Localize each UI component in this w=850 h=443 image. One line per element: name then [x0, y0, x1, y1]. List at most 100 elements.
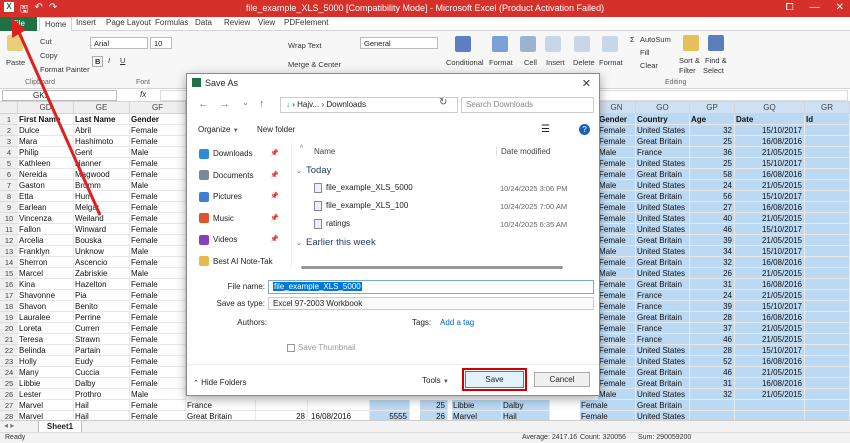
table-cell[interactable]: 26 [420, 411, 448, 420]
row-header[interactable]: 11 [0, 224, 18, 235]
table-cell[interactable]: Vincenza [18, 213, 74, 224]
table-cell[interactable] [805, 246, 850, 257]
sidebar-item-videos[interactable]: Videos [199, 233, 237, 247]
table-cell[interactable]: Female [130, 224, 186, 235]
fx-icon[interactable]: fx [140, 90, 146, 99]
table-cell[interactable]: Female [598, 224, 636, 235]
table-cell[interactable]: Female [130, 279, 186, 290]
row-header[interactable]: 25 [0, 378, 18, 389]
table-cell[interactable]: 16/08/2016 [735, 136, 805, 147]
table-cell[interactable]: 16/08/2016 [735, 279, 805, 290]
table-cell[interactable]: Great Britain [636, 378, 690, 389]
table-cell[interactable]: 16/08/2016 [735, 202, 805, 213]
table-cell[interactable]: Nereida [18, 169, 74, 180]
table-cell[interactable]: 39 [690, 235, 735, 246]
up-button[interactable]: ↑ [259, 98, 265, 110]
name-box[interactable]: GK1 [2, 90, 117, 101]
paste-icon[interactable] [7, 35, 23, 51]
table-cell[interactable]: Marvel [452, 411, 502, 420]
table-cell[interactable]: Strawn [74, 334, 130, 345]
table-cell[interactable]: United States [636, 180, 690, 191]
table-cell[interactable]: 21/05/2015 [735, 147, 805, 158]
table-cell[interactable]: 26 [690, 268, 735, 279]
table-cell[interactable]: Winward [74, 224, 130, 235]
table-cell[interactable]: Female [598, 290, 636, 301]
table-cell[interactable]: Male [130, 180, 186, 191]
table-cell[interactable]: 15/10/2017 [735, 345, 805, 356]
table-cell[interactable]: Partain [74, 345, 130, 356]
table-cell[interactable]: Id [805, 114, 850, 125]
horizontal-scrollbar[interactable] [291, 264, 591, 270]
table-cell[interactable]: Great Britain [636, 191, 690, 202]
table-cell[interactable]: Hashimoto [74, 136, 130, 147]
table-cell[interactable] [690, 400, 735, 411]
row-header[interactable]: 3 [0, 136, 18, 147]
table-cell[interactable] [805, 257, 850, 268]
search-input[interactable]: Search Downloads [461, 97, 594, 113]
table-cell[interactable]: Weiland [74, 213, 130, 224]
table-cell[interactable] [805, 389, 850, 400]
table-cell[interactable]: 36 [690, 147, 735, 158]
table-cell[interactable] [805, 400, 850, 411]
table-cell[interactable]: Gent [74, 147, 130, 158]
table-cell[interactable]: Great Britain [636, 279, 690, 290]
pin-icon[interactable]: 📌 [270, 235, 279, 243]
address-bar[interactable]: ↓ › Hajv... › Downloads [280, 97, 458, 113]
table-cell[interactable]: Female [598, 334, 636, 345]
table-cell[interactable] [805, 345, 850, 356]
file-item[interactable]: file_example_XLS_100 [314, 201, 408, 211]
table-cell[interactable]: Male [598, 389, 636, 400]
table-cell[interactable]: 34 [690, 246, 735, 257]
table-cell[interactable] [805, 202, 850, 213]
table-cell[interactable]: Female [130, 400, 186, 411]
table-cell[interactable]: Great Britain [636, 136, 690, 147]
conditional-formatting-icon[interactable] [455, 36, 471, 52]
table-cell[interactable]: Female [598, 345, 636, 356]
minimize-button[interactable]: — [810, 2, 820, 13]
table-cell[interactable]: 31 [690, 279, 735, 290]
table-cell[interactable]: Female [598, 235, 636, 246]
pin-icon[interactable]: 📌 [270, 171, 279, 179]
paste-button[interactable]: Paste [6, 58, 25, 67]
fill-button[interactable]: Fill [640, 48, 650, 57]
table-cell[interactable]: Curren [74, 323, 130, 334]
column-name-header[interactable]: Name [314, 147, 335, 156]
tools-button[interactable]: Tools ▼ [422, 376, 449, 385]
table-cell[interactable]: Female [598, 158, 636, 169]
row-header[interactable]: 26 [0, 389, 18, 400]
tab-review[interactable]: Review [224, 18, 250, 27]
sidebar-item-pictures[interactable]: Pictures [199, 190, 242, 204]
table-cell[interactable]: Libbie [452, 400, 502, 411]
table-cell[interactable]: Age [690, 114, 735, 125]
table-cell[interactable]: 24 [690, 180, 735, 191]
cancel-button[interactable]: Cancel [534, 372, 590, 387]
table-cell[interactable]: 16/08/2016 [735, 312, 805, 323]
table-cell[interactable]: 24 [690, 290, 735, 301]
table-cell[interactable]: 25 [690, 136, 735, 147]
row-header[interactable]: 1 [0, 114, 18, 125]
table-cell[interactable]: Ascencio [74, 257, 130, 268]
sort-filter-icon[interactable] [683, 35, 699, 51]
pin-icon[interactable]: 📌 [270, 149, 279, 157]
column-header-gq[interactable]: GQ [735, 102, 805, 114]
table-cell[interactable]: 28 [690, 345, 735, 356]
row-header[interactable]: 8 [0, 191, 18, 202]
organize-button[interactable]: Organize ▼ [198, 125, 239, 134]
table-cell[interactable]: Loreta [18, 323, 74, 334]
table-cell[interactable]: Teresa [18, 334, 74, 345]
table-cell[interactable]: Female [580, 411, 636, 420]
table-cell[interactable]: France [636, 323, 690, 334]
table-cell[interactable]: Female [130, 334, 186, 345]
format-painter-button[interactable]: Format Painter [40, 65, 90, 74]
table-cell[interactable]: Female [130, 356, 186, 367]
table-cell[interactable]: Great Britain [636, 400, 690, 411]
table-cell[interactable]: Marcel [18, 268, 74, 279]
table-cell[interactable]: Female [598, 323, 636, 334]
clear-button[interactable]: Clear [640, 61, 658, 70]
new-folder-button[interactable]: New folder [257, 125, 295, 134]
merge-center-button[interactable]: Merge & Center [288, 60, 341, 69]
table-cell[interactable]: Female [598, 169, 636, 180]
table-cell[interactable]: Female [130, 290, 186, 301]
table-cell[interactable]: Great Britain [636, 257, 690, 268]
table-cell[interactable]: 39 [690, 301, 735, 312]
